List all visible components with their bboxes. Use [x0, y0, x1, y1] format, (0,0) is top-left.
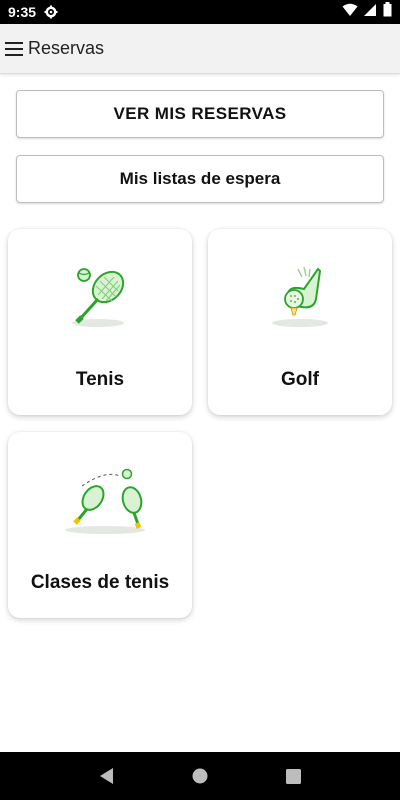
tennis-racket-icon	[60, 263, 140, 333]
card-label-clases-de-tenis: Clases de tenis	[30, 572, 170, 593]
tennis-lessons-icon	[60, 466, 145, 536]
card-golf[interactable]: Golf	[208, 229, 392, 415]
home-icon[interactable]	[185, 761, 215, 791]
golf-club-icon	[260, 263, 340, 333]
system-navigation-bar	[0, 752, 400, 800]
card-label-golf: Golf	[281, 369, 319, 390]
recents-icon[interactable]	[278, 761, 308, 791]
card-label-tenis: Tenis	[75, 369, 125, 390]
card-clases-de-tenis[interactable]: Clases de tenis	[8, 432, 192, 618]
status-time: 9:35	[8, 4, 37, 20]
status-bar: 9:35	[0, 0, 400, 24]
wifi-icon	[342, 3, 358, 22]
hamburger-menu-icon[interactable]	[2, 37, 26, 61]
gear-icon	[44, 5, 58, 19]
page-title: Reservas	[28, 38, 105, 58]
mis-listas-de-espera-button[interactable]: Mis listas de espera	[16, 155, 384, 203]
ver-mis-reservas-button[interactable]: VER MIS RESERVAS	[16, 90, 384, 138]
signal-icon	[364, 3, 377, 22]
card-tenis[interactable]: Tenis	[8, 229, 192, 415]
battery-icon	[383, 2, 392, 22]
app-bar: Reservas	[0, 24, 400, 74]
back-icon[interactable]	[92, 761, 122, 791]
